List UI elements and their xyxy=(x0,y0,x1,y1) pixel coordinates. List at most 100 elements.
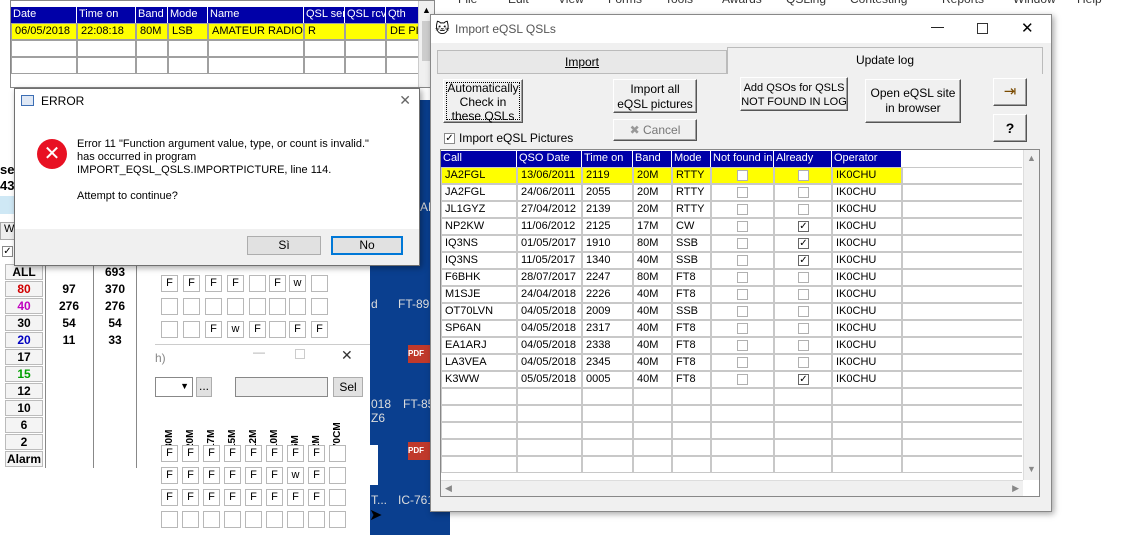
qsl-cell-mode[interactable]: RTTY xyxy=(672,167,711,184)
qsl-cell-already[interactable] xyxy=(774,337,832,354)
qsl-cell-time[interactable]: 2055 xyxy=(582,184,633,201)
menu-item[interactable]: View xyxy=(558,0,584,6)
qsl-cell-band[interactable]: 40M xyxy=(633,320,672,337)
qsl-cell-call[interactable]: OT70LVN xyxy=(441,303,517,320)
grid-cell[interactable]: F xyxy=(308,467,325,484)
qsl-cell-band[interactable]: 20M xyxy=(633,201,672,218)
qsl-col-header-7[interactable]: Operator xyxy=(832,151,902,167)
qsl-col-header-1[interactable]: QSO Date xyxy=(517,151,582,167)
not-found-checkbox[interactable] xyxy=(737,170,748,181)
qsl-cell-time[interactable]: 1340 xyxy=(582,252,633,269)
qsl-cell-already[interactable]: ✓ xyxy=(774,235,832,252)
menu-item[interactable]: Forms xyxy=(608,0,642,6)
already-checkbox[interactable] xyxy=(798,204,809,215)
qsl-cell-op[interactable]: IK0CHU xyxy=(832,235,902,252)
band-label[interactable]: Alarm xyxy=(5,451,43,467)
maximize-icon[interactable] xyxy=(977,23,988,34)
grid-cell[interactable]: F xyxy=(161,275,178,292)
band-select[interactable]: ▼ xyxy=(155,377,193,397)
qsl-cell-call[interactable]: EA1ARJ xyxy=(441,337,517,354)
grid-cell[interactable] xyxy=(205,298,222,315)
grid-cell[interactable] xyxy=(161,298,178,315)
qsl-hscroll[interactable]: ◀ ▶ xyxy=(441,480,1023,496)
grid-cell[interactable]: F xyxy=(203,489,220,506)
grid-cell[interactable] xyxy=(269,298,286,315)
grid-cell[interactable] xyxy=(311,298,328,315)
cancel-button[interactable]: ✖ Cancel xyxy=(613,119,697,141)
minimize-icon[interactable]: — xyxy=(253,345,265,359)
grid-cell[interactable] xyxy=(224,511,241,528)
menu-item[interactable]: Help xyxy=(1077,0,1102,6)
grid-cell[interactable]: w xyxy=(227,321,244,338)
grid-cell[interactable]: F xyxy=(308,489,325,506)
scroll-down-icon[interactable]: ▼ xyxy=(1027,464,1036,474)
grid-cell[interactable]: F xyxy=(205,275,222,292)
col-header-0[interactable]: Date xyxy=(11,7,77,23)
row-cell-0[interactable]: 06/05/2018 xyxy=(11,23,77,40)
qsl-cell-nf[interactable] xyxy=(711,252,774,269)
search-field[interactable] xyxy=(235,377,328,397)
qsl-cell-nf[interactable] xyxy=(711,201,774,218)
qsl-cell-already[interactable] xyxy=(774,184,832,201)
qsl-cell-date[interactable]: 01/05/2017 xyxy=(517,235,582,252)
already-checkbox[interactable] xyxy=(798,170,809,181)
already-checkbox[interactable]: ✓ xyxy=(798,374,809,385)
exit-door-button[interactable]: ⇥ xyxy=(993,78,1027,106)
band-label[interactable]: 80 xyxy=(5,281,43,297)
grid-cell[interactable]: F xyxy=(161,445,178,462)
col-header-1[interactable]: Time on xyxy=(77,7,136,23)
qsl-cell-band[interactable]: 20M xyxy=(633,167,672,184)
add-qsos-button[interactable]: Add QSOs for QSLS NOT FOUND IN LOG xyxy=(740,77,848,111)
qsl-cell-mode[interactable]: SSB xyxy=(672,303,711,320)
grid-cell[interactable] xyxy=(227,298,244,315)
row-cell-3[interactable]: LSB xyxy=(168,23,208,40)
qsl-cell-already[interactable]: ✓ xyxy=(774,252,832,269)
qsl-cell-already[interactable] xyxy=(774,320,832,337)
grid-cell[interactable]: F xyxy=(245,467,262,484)
qsl-cell-time[interactable]: 2338 xyxy=(582,337,633,354)
grid-cell[interactable] xyxy=(311,275,328,292)
not-found-checkbox[interactable] xyxy=(737,374,748,385)
band-label[interactable]: 20 xyxy=(5,332,43,348)
qsl-cell-nf[interactable] xyxy=(711,218,774,235)
qsl-cell-nf[interactable] xyxy=(711,286,774,303)
col-header-5[interactable]: QSL ser xyxy=(304,7,345,23)
qsl-cell-date[interactable]: 05/05/2018 xyxy=(517,371,582,388)
qsl-cell-mode[interactable]: FT8 xyxy=(672,337,711,354)
not-found-checkbox[interactable] xyxy=(737,204,748,215)
grid-cell[interactable]: F xyxy=(224,467,241,484)
qsl-cell-call[interactable]: K3WW xyxy=(441,371,517,388)
grid-cell[interactable]: F xyxy=(182,445,199,462)
grid-cell[interactable]: F xyxy=(224,445,241,462)
qsl-cell-op[interactable]: IK0CHU xyxy=(832,371,902,388)
grid-cell[interactable] xyxy=(249,298,266,315)
qsl-cell-date[interactable]: 24/04/2018 xyxy=(517,286,582,303)
grid-cell[interactable] xyxy=(266,511,283,528)
qsl-cell-op[interactable]: IK0CHU xyxy=(832,184,902,201)
grid-cell[interactable]: F xyxy=(266,445,283,462)
already-checkbox[interactable] xyxy=(798,323,809,334)
qsl-cell-band[interactable]: 20M xyxy=(633,184,672,201)
grid-cell[interactable]: F xyxy=(224,489,241,506)
qsl-cell-time[interactable]: 2226 xyxy=(582,286,633,303)
grid-cell[interactable] xyxy=(245,511,262,528)
qsl-cell-nf[interactable] xyxy=(711,269,774,286)
qsl-cell-time[interactable]: 0005 xyxy=(582,371,633,388)
grid-cell[interactable]: w xyxy=(289,275,306,292)
qsl-cell-call[interactable]: JL1GYZ xyxy=(441,201,517,218)
menu-item[interactable]: Contesting xyxy=(850,0,907,6)
qsl-cell-band[interactable]: 40M xyxy=(633,303,672,320)
grid-cell[interactable]: F xyxy=(308,445,325,462)
qsl-cell-time[interactable]: 2119 xyxy=(582,167,633,184)
qsl-cell-mode[interactable]: RTTY xyxy=(672,201,711,218)
grid-cell[interactable] xyxy=(269,321,286,338)
grid-cell[interactable]: F xyxy=(269,275,286,292)
auto-check-button[interactable]: Automatically Check in these QSLs xyxy=(443,79,523,123)
close-icon[interactable]: ✕ xyxy=(341,347,353,364)
maximize-icon[interactable] xyxy=(295,349,305,359)
menu-item[interactable]: File xyxy=(458,0,477,6)
left-check[interactable]: ✓ xyxy=(2,246,13,257)
qsl-cell-date[interactable]: 27/04/2012 xyxy=(517,201,582,218)
grid-cell[interactable]: w xyxy=(287,467,304,484)
menu-item[interactable]: Tools xyxy=(665,0,693,6)
